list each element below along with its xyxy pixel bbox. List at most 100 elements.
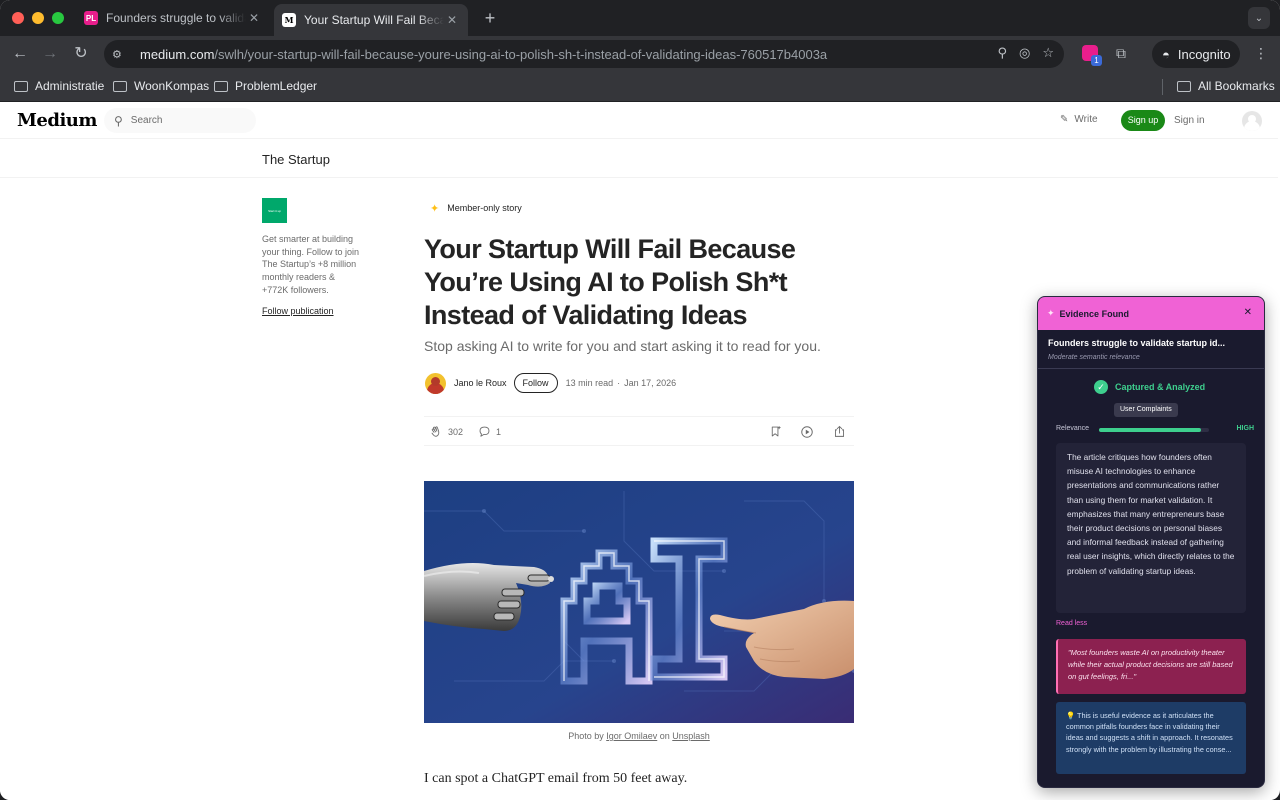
sparkle-icon: ✦ [1047, 308, 1055, 318]
tracking-protection-icon[interactable]: ◎ [1019, 45, 1030, 61]
bookmark-star-icon[interactable]: ☆ [1042, 45, 1054, 61]
caption-text: Photo by [568, 731, 607, 741]
signup-button[interactable]: Sign up [1121, 110, 1165, 131]
tab-search-button[interactable]: ⌄ [1248, 7, 1270, 29]
medium-favicon-icon: M [282, 13, 296, 27]
check-icon: ✓ [1094, 380, 1108, 394]
comments-button[interactable]: 1 [478, 425, 501, 438]
evidence-panel-header: ✦ Evidence Found ✕ [1038, 297, 1264, 330]
write-label: Write [1074, 114, 1098, 125]
bookmark-administratie[interactable]: Administratie [14, 79, 104, 93]
search-icon: ⚲ [114, 113, 123, 128]
relevance-fill [1099, 428, 1202, 432]
listen-button[interactable] [800, 425, 814, 439]
extension-badge: 1 [1091, 55, 1102, 66]
article-actions-bar: 302 1 [424, 416, 854, 446]
problemledger-extension-icon[interactable]: 1 [1082, 45, 1102, 66]
incognito-label: Incognito [1177, 46, 1231, 62]
comment-icon [479, 426, 490, 437]
signin-link[interactable]: Sign in [1174, 115, 1205, 126]
close-window-button[interactable] [12, 12, 24, 24]
forward-button[interactable]: → [40, 44, 60, 64]
bookmark-problemledger[interactable]: ProblemLedger [214, 79, 317, 93]
tab-problemledger[interactable]: PL Founders struggle to validate ✕ [76, 4, 270, 32]
tab-title: Your Startup Will Fail Because [304, 13, 444, 27]
comment-count: 1 [496, 426, 502, 437]
address-bar[interactable]: ⚙ medium.com/swlh/your-startup-will-fail… [104, 40, 1064, 68]
category-badge: User Complaints [1114, 403, 1178, 417]
article-subtitle: Stop asking AI to write for you and star… [424, 338, 821, 354]
browser-toolbar: ← → ↻ ⚙ medium.com/swlh/your-startup-wil… [0, 36, 1280, 72]
close-tab-icon[interactable]: ✕ [246, 11, 262, 25]
member-label: Member-only story [447, 203, 522, 213]
url-text: medium.com/swlh/your-startup-will-fail-b… [140, 46, 828, 62]
publication-description: Get smarter at building your thing. Foll… [262, 234, 360, 295]
tab-medium-article[interactable]: M Your Startup Will Fail Because ✕ [274, 4, 468, 36]
new-tab-button[interactable]: + [480, 8, 500, 29]
all-bookmarks[interactable]: All Bookmarks [1177, 79, 1275, 93]
incognito-indicator[interactable]: ◓ Incognito [1152, 40, 1240, 68]
back-button[interactable]: ← [10, 44, 30, 64]
site-settings-icon[interactable]: ⚙ [112, 48, 130, 61]
tab-strip: PL Founders struggle to validate ✕ M You… [0, 0, 1280, 36]
folder-icon [14, 80, 28, 92]
share-icon [834, 425, 845, 437]
clap-count: 302 [448, 426, 464, 437]
write-button[interactable]: ✎ Write [1060, 114, 1098, 125]
image-caption: Photo by Igor Omilaev on Unsplash [424, 731, 854, 741]
bookmarks-divider [1162, 79, 1163, 95]
follow-publication-link[interactable]: Follow publication [262, 306, 334, 316]
browser-menu-icon[interactable]: ⋮ [1254, 45, 1268, 62]
minimize-window-button[interactable] [32, 12, 44, 24]
problem-summary: Founders struggle to validate startup id… [1038, 330, 1264, 369]
pencil-icon: ✎ [1060, 114, 1069, 125]
relevance-track [1099, 428, 1209, 432]
bookmark-label: Administratie [35, 79, 105, 93]
zoom-icon[interactable]: ⚲ [997, 45, 1007, 61]
publication-name[interactable]: The Startup [262, 152, 330, 167]
member-only-badge: ✦ Member-only story [424, 198, 528, 218]
evidence-panel-title: Evidence Found [1059, 308, 1130, 319]
user-avatar-icon[interactable] [1242, 111, 1262, 131]
problem-title: Founders struggle to validate startup id… [1048, 338, 1226, 348]
author-avatar[interactable] [425, 372, 446, 394]
relevance-label: Relevance [1056, 425, 1090, 432]
folder-icon [214, 80, 228, 92]
extensions-puzzle-icon[interactable]: ⧉ [1116, 45, 1126, 61]
relevance-meter: Relevance HIGH [1056, 425, 1254, 435]
capture-status: ✓ Captured & Analyzed [1094, 380, 1205, 394]
tab-title: Founders struggle to validate [106, 11, 246, 25]
relevance-note: Moderate semantic relevance [1048, 354, 1140, 361]
maximize-window-button[interactable] [52, 12, 64, 24]
browser-window: PL Founders struggle to validate ✕ M You… [0, 0, 1280, 800]
article-byline: Jano le Roux Follow 13 min read · Jan 17… [425, 371, 676, 395]
search-placeholder: Search [130, 115, 163, 126]
bookmark-woonkompas[interactable]: WoonKompas [113, 79, 209, 93]
unsplash-link[interactable]: Unsplash [672, 731, 710, 741]
follow-author-button[interactable]: Follow [513, 373, 558, 393]
medium-search-input[interactable]: ⚲ Search [104, 108, 256, 133]
share-button[interactable] [833, 425, 846, 438]
problemledger-favicon-icon: PL [84, 11, 98, 25]
bookmark-label: ProblemLedger [235, 79, 318, 93]
close-tab-icon[interactable]: ✕ [444, 13, 460, 27]
author-name[interactable]: Jano le Roux [454, 378, 507, 388]
photographer-link[interactable]: Igor Omilaev [606, 731, 657, 741]
medium-header: Medium ⚲ Search ✎ Write Sign up Sign in [0, 102, 1278, 139]
star-icon: ✦ [430, 202, 440, 215]
evidence-quote: "Most founders waste AI on productivity … [1056, 639, 1246, 694]
save-button[interactable] [769, 425, 782, 438]
play-icon [801, 426, 813, 438]
clap-icon [431, 426, 440, 437]
close-panel-icon[interactable]: ✕ [1244, 307, 1252, 318]
read-less-link[interactable]: Read less [1056, 620, 1087, 627]
folder-icon [113, 80, 127, 92]
medium-logo[interactable]: Medium [17, 110, 97, 131]
reload-button[interactable]: ↻ [71, 44, 91, 64]
publication-logo[interactable]: Start it up [262, 198, 287, 223]
publication-bar: The Startup [0, 140, 1278, 178]
clap-button[interactable]: 302 [430, 425, 463, 438]
evidence-panel: ✦ Evidence Found ✕ Founders struggle to … [1037, 296, 1265, 788]
bookmark-label: WoonKompas [134, 79, 210, 93]
read-time: 13 min read [565, 378, 614, 388]
